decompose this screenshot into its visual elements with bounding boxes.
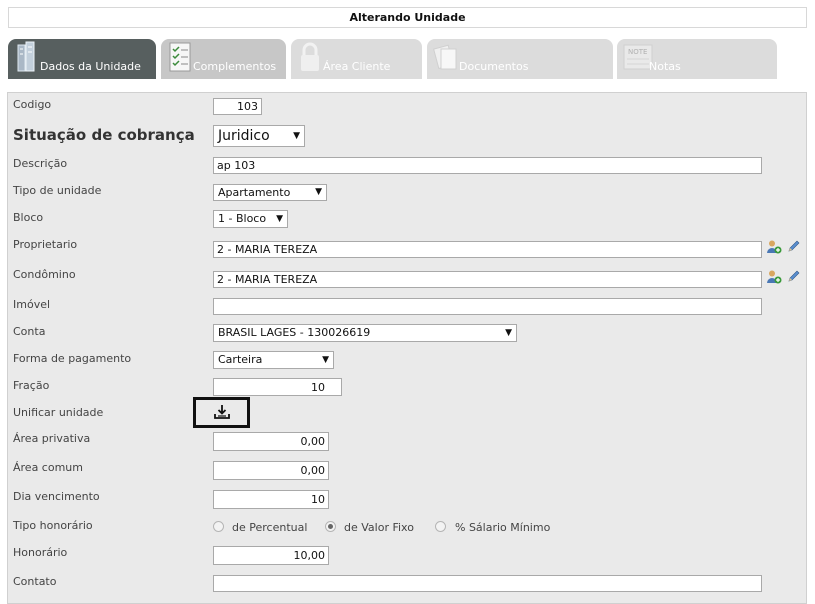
lock-icon xyxy=(301,42,319,71)
codigo-input[interactable]: 103 xyxy=(213,98,262,115)
imovel-input[interactable] xyxy=(213,298,762,315)
area-privativa-input[interactable]: 0,00 xyxy=(213,432,329,451)
situacao-cobranca-value: Juridico xyxy=(218,128,270,144)
tab-notas[interactable]: NOTE Notas xyxy=(617,39,777,79)
tab-label: Documentos xyxy=(459,60,529,73)
bloco-value: 1 - Bloco xyxy=(218,212,267,225)
imovel-label: Imóvel xyxy=(13,298,51,311)
fracao-input[interactable]: 10 xyxy=(213,378,342,396)
situacao-cobranca-select[interactable]: Juridico ▼ xyxy=(213,125,305,147)
tipo-unidade-select[interactable]: Apartamento ▼ xyxy=(213,184,327,201)
radio-valor-fixo[interactable] xyxy=(325,521,336,532)
area-comum-input[interactable]: 0,00 xyxy=(213,461,329,480)
tipo-unidade-label: Tipo de unidade xyxy=(13,184,102,197)
add-user-icon[interactable] xyxy=(766,269,782,285)
area-privativa-label: Área privativa xyxy=(13,432,91,445)
bloco-label: Bloco xyxy=(13,211,44,224)
tab-dados-da-unidade[interactable]: Dados da Unidade xyxy=(8,39,156,79)
descricao-label: Descrição xyxy=(13,157,68,170)
dia-vencimento-input[interactable]: 10 xyxy=(213,490,329,509)
chevron-down-icon: ▼ xyxy=(322,355,329,365)
radio-valor-fixo-label: de Valor Fixo xyxy=(344,521,414,534)
download-tray-icon xyxy=(214,405,230,419)
edit-pencil-icon[interactable] xyxy=(786,268,802,284)
tab-label: Complementos xyxy=(193,60,277,73)
tab-area-cliente[interactable]: Área Cliente xyxy=(291,39,422,79)
svg-text:NOTE: NOTE xyxy=(628,48,647,56)
contato-input[interactable] xyxy=(213,575,762,592)
tab-complementos[interactable]: Complementos xyxy=(161,39,286,79)
condomino-label: Condômino xyxy=(13,268,76,281)
dia-vencimento-label: Dia vencimento xyxy=(13,490,100,503)
forma-pagamento-select[interactable]: Carteira ▼ xyxy=(213,351,334,369)
tipo-unidade-value: Apartamento xyxy=(218,186,291,199)
situacao-cobranca-label: Situação de cobrança xyxy=(13,126,195,144)
radio-salario-minimo-label: % Sálario Mínimo xyxy=(455,521,551,534)
conta-label: Conta xyxy=(13,325,46,338)
honorario-label: Honorário xyxy=(13,546,68,559)
tipo-honorario-label: Tipo honorário xyxy=(13,519,93,532)
unificar-unidade-label: Unificar unidade xyxy=(13,406,104,419)
unificar-unidade-button[interactable] xyxy=(193,397,250,428)
area-comum-label: Área comum xyxy=(13,461,83,474)
tab-documentos[interactable]: Documentos xyxy=(427,39,613,79)
codigo-label: Codigo xyxy=(13,98,52,111)
tab-label: Área Cliente xyxy=(323,60,391,73)
building-icon xyxy=(17,41,35,72)
tab-label: Dados da Unidade xyxy=(40,60,141,73)
contato-label: Contato xyxy=(13,575,57,588)
conta-value: BRASIL LAGES - 130026619 xyxy=(218,326,371,339)
forma-pagamento-value: Carteira xyxy=(218,353,263,366)
radio-percentual-label: de Percentual xyxy=(232,521,308,534)
chevron-down-icon: ▼ xyxy=(293,131,300,141)
bloco-select[interactable]: 1 - Bloco ▼ xyxy=(213,210,288,228)
radio-percentual[interactable] xyxy=(213,521,224,532)
chevron-down-icon: ▼ xyxy=(505,328,512,338)
descricao-input[interactable]: ap 103 xyxy=(213,157,762,174)
proprietario-input[interactable]: 2 - MARIA TEREZA xyxy=(213,241,762,258)
honorario-input[interactable]: 10,00 xyxy=(213,546,329,565)
chevron-down-icon: ▼ xyxy=(315,187,322,197)
conta-select[interactable]: BRASIL LAGES - 130026619 ▼ xyxy=(213,324,517,342)
fracao-label: Fração xyxy=(13,379,50,392)
checklist-icon xyxy=(169,42,191,72)
forma-pagamento-label: Forma de pagamento xyxy=(13,352,132,365)
add-user-icon[interactable] xyxy=(766,239,782,255)
documents-icon xyxy=(433,44,457,70)
edit-pencil-icon[interactable] xyxy=(786,238,802,254)
chevron-down-icon: ▼ xyxy=(276,214,283,224)
tab-label: Notas xyxy=(649,60,681,73)
proprietario-label: Proprietario xyxy=(13,238,78,251)
page-title: Alterando Unidade xyxy=(8,7,807,28)
condomino-input[interactable]: 2 - MARIA TEREZA xyxy=(213,271,762,288)
radio-salario-minimo[interactable] xyxy=(435,521,446,532)
